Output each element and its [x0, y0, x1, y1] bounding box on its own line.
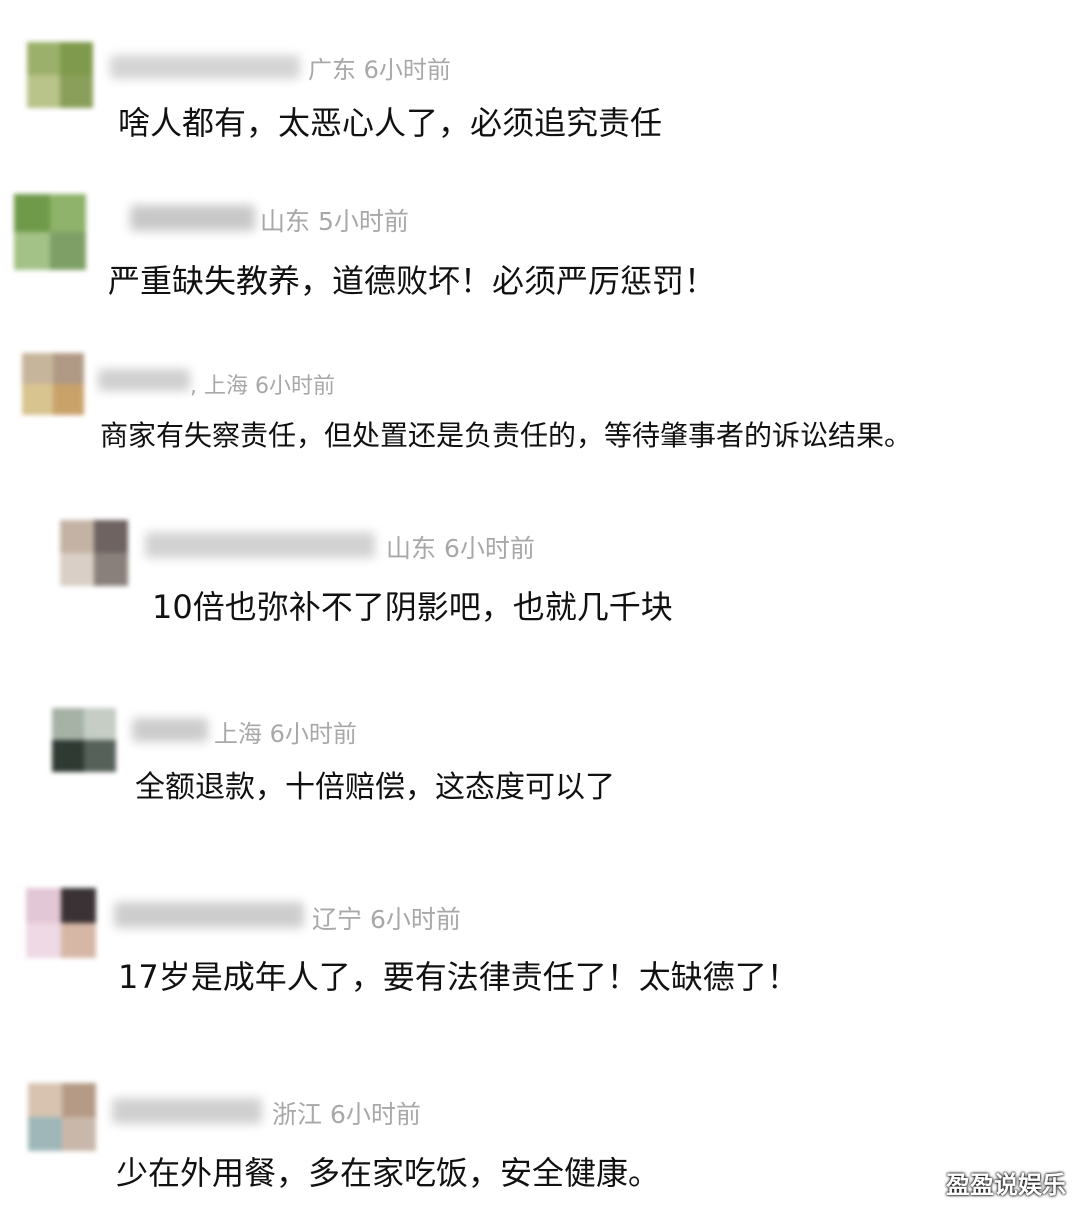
- location-label: 浙江: [272, 1100, 323, 1129]
- user-avatar[interactable]: [28, 1083, 96, 1151]
- time-label: 6小时前: [329, 1100, 421, 1129]
- username-blurred[interactable]: [132, 718, 208, 742]
- username-blurred[interactable]: [110, 55, 300, 79]
- location-label: 上海: [214, 720, 262, 748]
- comment-meta: 山东 5小时前: [260, 202, 409, 238]
- comment-text: 啥人都有，太恶心人了，必须追究责任: [118, 104, 663, 142]
- comment-text: 全额退款，十倍赔偿，这态度可以了: [135, 770, 615, 805]
- location-label: 上海: [204, 374, 249, 399]
- username-blurred[interactable]: [112, 1098, 262, 1124]
- time-label: 6小时前: [269, 720, 357, 748]
- location-label: 山东: [386, 534, 437, 563]
- time-label: 6小时前: [363, 56, 451, 84]
- time-label: 5小时前: [317, 207, 409, 236]
- username-blurred[interactable]: [98, 369, 190, 391]
- location-label: 辽宁: [312, 905, 363, 934]
- user-avatar[interactable]: [52, 708, 116, 772]
- comment-text: 商家有失察责任，但处置还是负责任的，等待肇事者的诉讼结果。: [100, 419, 913, 452]
- username-blurred[interactable]: [145, 532, 375, 558]
- location-label: 广东: [308, 56, 356, 84]
- comment-text: 严重缺失教养，道德败坏！必须严厉惩罚！: [108, 262, 717, 300]
- comment-text: 10倍也弥补不了阴影吧，也就几千块: [152, 588, 673, 626]
- username-blurred[interactable]: [114, 902, 304, 928]
- watermark-text: 盈盈说娱乐: [946, 1171, 1066, 1199]
- user-avatar[interactable]: [27, 42, 93, 108]
- comment-meta: , 上海 6小时前: [190, 374, 336, 399]
- comment-meta: 广东 6小时前: [308, 50, 451, 85]
- comment-meta: 上海 6小时前: [214, 714, 357, 749]
- user-avatar[interactable]: [60, 520, 128, 586]
- location-label: 山东: [260, 207, 311, 236]
- comment-meta: 辽宁 6小时前: [312, 900, 461, 936]
- comment-meta: 山东 6小时前: [386, 529, 535, 565]
- user-avatar[interactable]: [22, 353, 84, 415]
- user-avatar[interactable]: [14, 194, 86, 270]
- comment-text: 17岁是成年人了，要有法律责任了！太缺德了！: [118, 958, 799, 996]
- username-blurred[interactable]: [130, 205, 255, 231]
- time-label: 6小时前: [255, 374, 336, 399]
- user-avatar[interactable]: [26, 888, 96, 958]
- comment-meta: 浙江 6小时前: [272, 1095, 421, 1131]
- time-label: 6小时前: [369, 905, 461, 934]
- comment-text: 少在外用餐，多在家吃饭，安全健康。: [116, 1154, 661, 1192]
- time-label: 6小时前: [443, 534, 535, 563]
